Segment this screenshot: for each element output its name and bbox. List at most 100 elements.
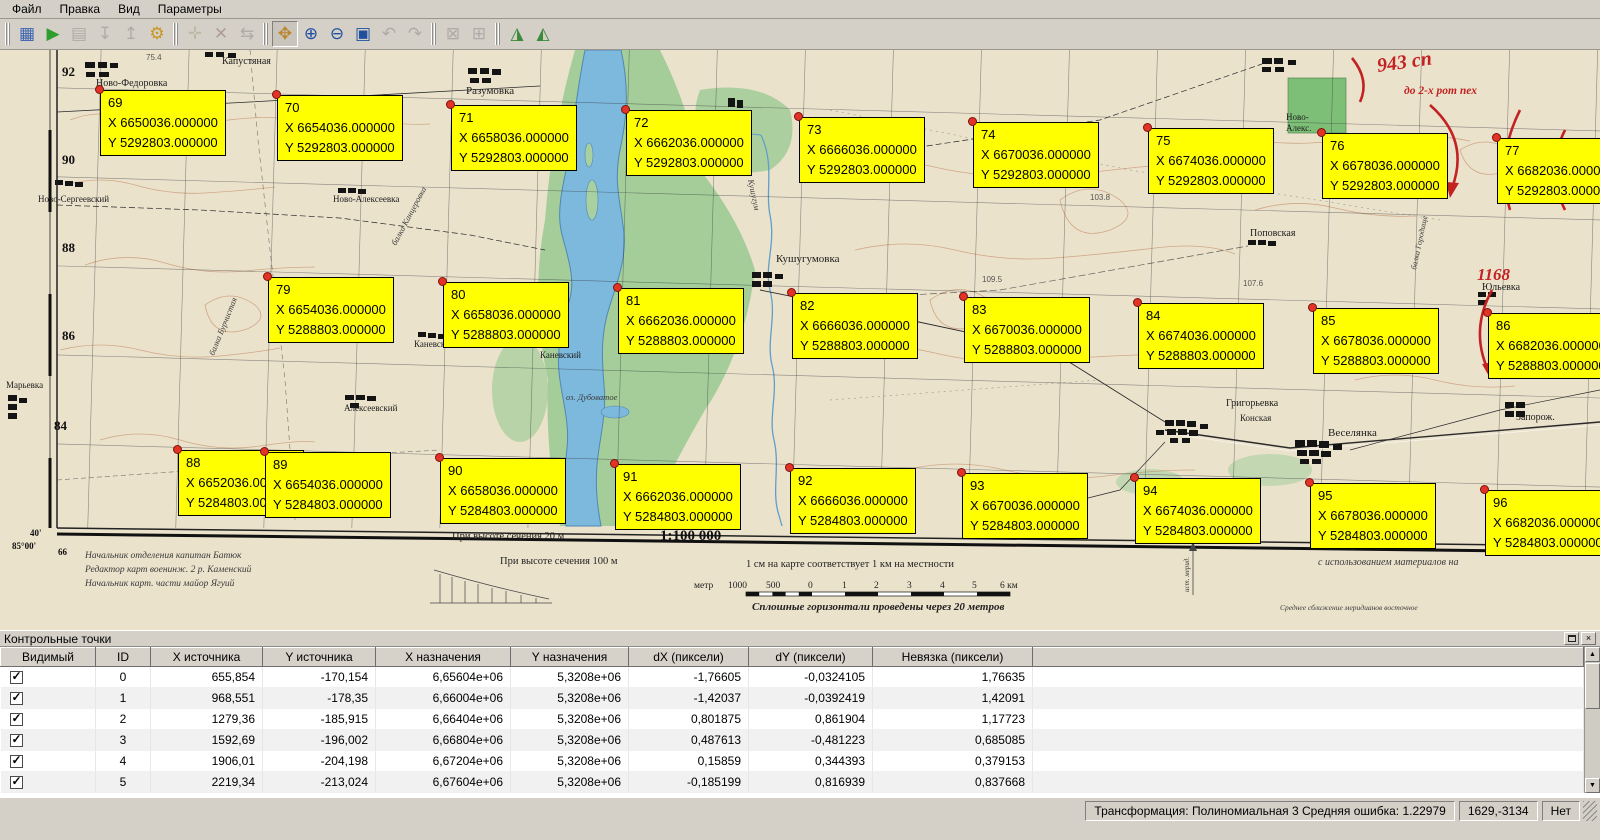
cell-dst_x[interactable]: 6,67604e+06 — [376, 772, 511, 793]
cell-dx[interactable]: -1,76605 — [629, 667, 749, 688]
cell-residual[interactable]: 1,17723 — [873, 709, 1033, 730]
visible-checkbox[interactable] — [10, 776, 23, 789]
menu-Правка[interactable]: Правка — [51, 0, 110, 18]
cell-src_y[interactable]: -213,024 — [263, 772, 376, 793]
zoom-in-button[interactable]: ⊕ — [298, 21, 324, 47]
cell-residual[interactable]: 0,837668 — [873, 772, 1033, 793]
gcp-label-85[interactable]: 85X 6678036.000000Y 5288803.000000 — [1313, 308, 1439, 374]
gcp-table-row[interactable]: 31592,69-196,0026,66804e+065,3208e+060,4… — [1, 730, 1584, 751]
cell-src_x[interactable]: 2219,34 — [151, 772, 263, 793]
load-gcp-points-button[interactable]: ↧ — [92, 21, 118, 47]
cell-src_y[interactable]: -170,154 — [263, 667, 376, 688]
cell-dy[interactable]: -0,0392419 — [749, 688, 873, 709]
cell-dy[interactable]: 0,816939 — [749, 772, 873, 793]
column-header-Видимый[interactable]: Видимый — [1, 648, 96, 667]
map-canvas[interactable]: КапустянаяНово-ФедоровкаРазумовкаНово-Се… — [0, 50, 1600, 630]
gcp-label-86[interactable]: 86X 6682036.000000Y 5288803.000000 — [1488, 313, 1600, 379]
zoom-out-button[interactable]: ⊖ — [324, 21, 350, 47]
gcp-label-72[interactable]: 72X 6662036.000000Y 5292803.000000 — [626, 110, 752, 176]
gcp-label-76[interactable]: 76X 6678036.000000Y 5292803.000000 — [1322, 133, 1448, 199]
column-header-ID[interactable]: ID — [96, 648, 151, 667]
gcp-label-91[interactable]: 91X 6662036.000000Y 5284803.000000 — [615, 464, 741, 530]
histogram-stretch-local-button[interactable]: ◭ — [530, 21, 556, 47]
gcp-label-95[interactable]: 95X 6678036.000000Y 5284803.000000 — [1310, 483, 1436, 549]
gcp-table-row[interactable]: 0655,854-170,1546,65604e+065,3208e+06-1,… — [1, 667, 1584, 688]
toolbar-handle[interactable] — [263, 23, 269, 45]
cell-dy[interactable]: -0,481223 — [749, 730, 873, 751]
add-point-button[interactable]: ✛ — [182, 21, 208, 47]
gcp-label-94[interactable]: 94X 6674036.000000Y 5284803.000000 — [1135, 478, 1261, 544]
gcp-label-96[interactable]: 96X 6682036.000000Y 5284803.000000 — [1485, 490, 1600, 556]
generate-gdal-script-button[interactable]: ▤ — [66, 21, 92, 47]
toolbar-handle[interactable] — [495, 23, 501, 45]
gcp-label-82[interactable]: 82X 6666036.000000Y 5288803.000000 — [792, 293, 918, 359]
gcp-label-80[interactable]: 80X 6658036.000000Y 5288803.000000 — [443, 282, 569, 348]
cell-src_y[interactable]: -204,198 — [263, 751, 376, 772]
column-header-X назначения[interactable]: X назначения — [376, 648, 511, 667]
gcp-table-row[interactable]: 41906,01-204,1986,67204e+065,3208e+060,1… — [1, 751, 1584, 772]
cell-src_x[interactable]: 655,854 — [151, 667, 263, 688]
resize-grip[interactable] — [1583, 801, 1597, 821]
visible-checkbox[interactable] — [10, 692, 23, 705]
gcp-label-81[interactable]: 81X 6662036.000000Y 5288803.000000 — [618, 288, 744, 354]
cell-dx[interactable]: 0,15859 — [629, 751, 749, 772]
gcp-label-77[interactable]: 77X 6682036.000000Y 5292803.000000 — [1497, 138, 1600, 204]
cell-id[interactable]: 2 — [96, 709, 151, 730]
cell-id[interactable]: 5 — [96, 772, 151, 793]
column-header-Y назначения[interactable]: Y назначения — [511, 648, 629, 667]
cell-dst_x[interactable]: 6,65604e+06 — [376, 667, 511, 688]
zoom-to-layer-button[interactable]: ▣ — [350, 21, 376, 47]
gcp-label-69[interactable]: 69X 6650036.000000Y 5292803.000000 — [100, 90, 226, 156]
gcp-label-71[interactable]: 71X 6658036.000000Y 5292803.000000 — [451, 105, 577, 171]
cell-src_x[interactable]: 968,551 — [151, 688, 263, 709]
menu-Параметры[interactable]: Параметры — [149, 0, 231, 18]
float-panel-button[interactable] — [1564, 632, 1579, 645]
open-raster-button[interactable]: ▦ — [14, 21, 40, 47]
delete-point-button[interactable]: ✕ — [208, 21, 234, 47]
gcp-label-89[interactable]: 89X 6654036.000000Y 5284803.000000 — [265, 452, 391, 518]
zoom-next-button[interactable]: ↷ — [402, 21, 428, 47]
column-header-dX (пиксели)[interactable]: dX (пиксели) — [629, 648, 749, 667]
visible-checkbox[interactable] — [10, 734, 23, 747]
column-header-Y источника[interactable]: Y источника — [263, 648, 376, 667]
cell-dx[interactable]: -0,185199 — [629, 772, 749, 793]
cell-src_x[interactable]: 1279,36 — [151, 709, 263, 730]
cell-id[interactable]: 4 — [96, 751, 151, 772]
table-scrollbar[interactable]: ▲ ▼ — [1584, 647, 1600, 793]
cell-src_x[interactable]: 1906,01 — [151, 751, 263, 772]
cell-dst_x[interactable]: 6,66804e+06 — [376, 730, 511, 751]
link-georeferencer-to-qgis-button[interactable]: ⊠ — [440, 21, 466, 47]
gcp-label-79[interactable]: 79X 6654036.000000Y 5288803.000000 — [268, 277, 394, 343]
cell-dst_y[interactable]: 5,3208e+06 — [511, 667, 629, 688]
gcp-table-row[interactable]: 21279,36-185,9156,66404e+065,3208e+060,8… — [1, 709, 1584, 730]
transformation-settings-button[interactable]: ⚙ — [144, 21, 170, 47]
cell-dst_y[interactable]: 5,3208e+06 — [511, 688, 629, 709]
cell-dx[interactable]: 0,487613 — [629, 730, 749, 751]
gcp-label-75[interactable]: 75X 6674036.000000Y 5292803.000000 — [1148, 128, 1274, 194]
cell-dst_x[interactable]: 6,67204e+06 — [376, 751, 511, 772]
cell-dx[interactable]: 0,801875 — [629, 709, 749, 730]
save-gcp-points-button[interactable]: ↥ — [118, 21, 144, 47]
gcp-label-74[interactable]: 74X 6670036.000000Y 5292803.000000 — [973, 122, 1099, 188]
cell-dst_y[interactable]: 5,3208e+06 — [511, 709, 629, 730]
scrollbar-thumb[interactable] — [1585, 663, 1600, 709]
gcp-label-90[interactable]: 90X 6658036.000000Y 5284803.000000 — [440, 458, 566, 524]
menu-Вид[interactable]: Вид — [109, 0, 149, 18]
pan-button[interactable]: ✥ — [272, 21, 298, 47]
visible-checkbox[interactable] — [10, 671, 23, 684]
cell-id[interactable]: 1 — [96, 688, 151, 709]
cell-residual[interactable]: 1,76635 — [873, 667, 1033, 688]
gcp-label-84[interactable]: 84X 6674036.000000Y 5288803.000000 — [1138, 303, 1264, 369]
cell-dst_x[interactable]: 6,66004e+06 — [376, 688, 511, 709]
column-header-dY (пиксели)[interactable]: dY (пиксели) — [749, 648, 873, 667]
cell-dy[interactable]: -0,0324105 — [749, 667, 873, 688]
menu-Файл[interactable]: Файл — [3, 0, 51, 18]
gcp-label-70[interactable]: 70X 6654036.000000Y 5292803.000000 — [277, 95, 403, 161]
cell-src_y[interactable]: -178,35 — [263, 688, 376, 709]
link-qgis-to-georeferencer-button[interactable]: ⊞ — [466, 21, 492, 47]
start-georeferencing-button[interactable]: ▶ — [40, 21, 66, 47]
cell-src_x[interactable]: 1592,69 — [151, 730, 263, 751]
column-header-Невязка (пиксели)[interactable]: Невязка (пиксели) — [873, 648, 1033, 667]
close-panel-button[interactable]: × — [1581, 632, 1596, 645]
histogram-stretch-full-button[interactable]: ◮ — [504, 21, 530, 47]
